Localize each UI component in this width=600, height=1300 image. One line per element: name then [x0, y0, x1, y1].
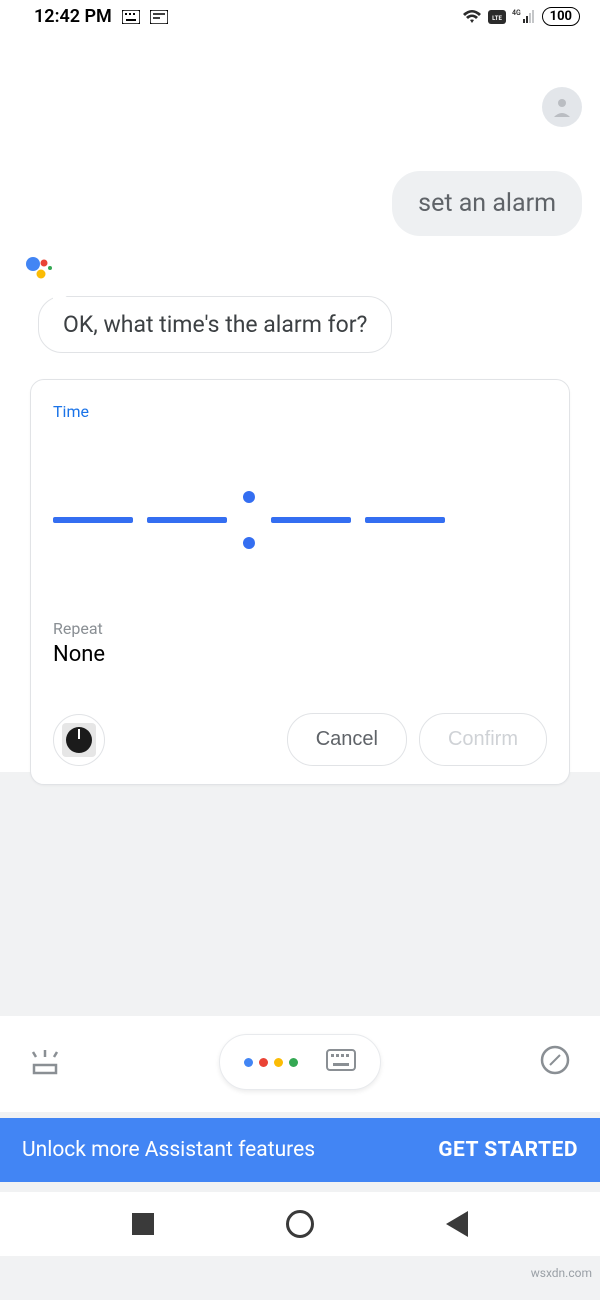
minute-ones-slot[interactable] — [365, 517, 445, 523]
clock-icon — [66, 727, 92, 753]
status-right: LTE 4G 100 — [462, 7, 580, 26]
keyboard-status-icon — [122, 10, 140, 24]
hour-tens-slot[interactable] — [53, 517, 133, 523]
assistant-logo-icon — [24, 254, 582, 288]
svg-text:4G: 4G — [512, 9, 521, 17]
promo-banner[interactable]: Unlock more Assistant features GET START… — [0, 1118, 600, 1182]
card-actions: Cancel Confirm — [53, 713, 547, 766]
battery-indicator: 100 — [542, 7, 580, 26]
back-button[interactable] — [446, 1211, 468, 1237]
recents-button[interactable] — [132, 1213, 154, 1235]
minute-tens-slot[interactable] — [271, 517, 351, 523]
alarm-card: Time Repeat None Cancel Confirm — [30, 379, 570, 785]
volte-icon: LTE — [488, 10, 506, 24]
keyboard-icon[interactable] — [326, 1049, 356, 1075]
banner-text: Unlock more Assistant features — [22, 1138, 315, 1162]
assistant-input-bar — [0, 1016, 600, 1112]
assistant-response-bubble: OK, what time's the alarm for? — [38, 296, 392, 353]
user-message-row: set an alarm — [18, 87, 582, 236]
user-message-bubble[interactable]: set an alarm — [392, 171, 582, 236]
svg-text:LTE: LTE — [492, 15, 502, 22]
status-left: 12:42 PM — [34, 6, 168, 27]
repeat-value[interactable]: None — [53, 642, 547, 667]
assistant-response-wrap: OK, what time's the alarm for? — [18, 296, 582, 353]
system-nav-bar — [0, 1192, 600, 1256]
chat-area: set an alarm OK, what time's the alarm f… — [0, 27, 600, 785]
status-bar: 12:42 PM LTE 4G 100 — [0, 0, 600, 27]
assistant-dots-icon — [244, 1058, 298, 1067]
explore-icon[interactable] — [538, 1043, 572, 1081]
signal-icon: 4G — [512, 9, 536, 25]
watermark: wsxdn.com — [531, 1266, 592, 1280]
user-avatar — [542, 87, 582, 127]
updates-icon[interactable] — [28, 1043, 62, 1081]
get-started-button[interactable]: GET STARTED — [438, 1138, 578, 1162]
home-button[interactable] — [286, 1210, 314, 1238]
time-label: Time — [53, 402, 547, 421]
repeat-label: Repeat — [53, 619, 547, 638]
status-time: 12:42 PM — [34, 6, 112, 27]
news-status-icon — [150, 10, 168, 24]
confirm-button[interactable]: Confirm — [419, 713, 547, 766]
assistant-mic-pill[interactable] — [219, 1034, 381, 1090]
cancel-button[interactable]: Cancel — [287, 713, 407, 766]
clock-app-button[interactable] — [53, 714, 105, 766]
hour-ones-slot[interactable] — [147, 517, 227, 523]
time-picker[interactable] — [53, 491, 547, 549]
wifi-icon — [462, 9, 482, 25]
time-colon — [241, 491, 257, 549]
